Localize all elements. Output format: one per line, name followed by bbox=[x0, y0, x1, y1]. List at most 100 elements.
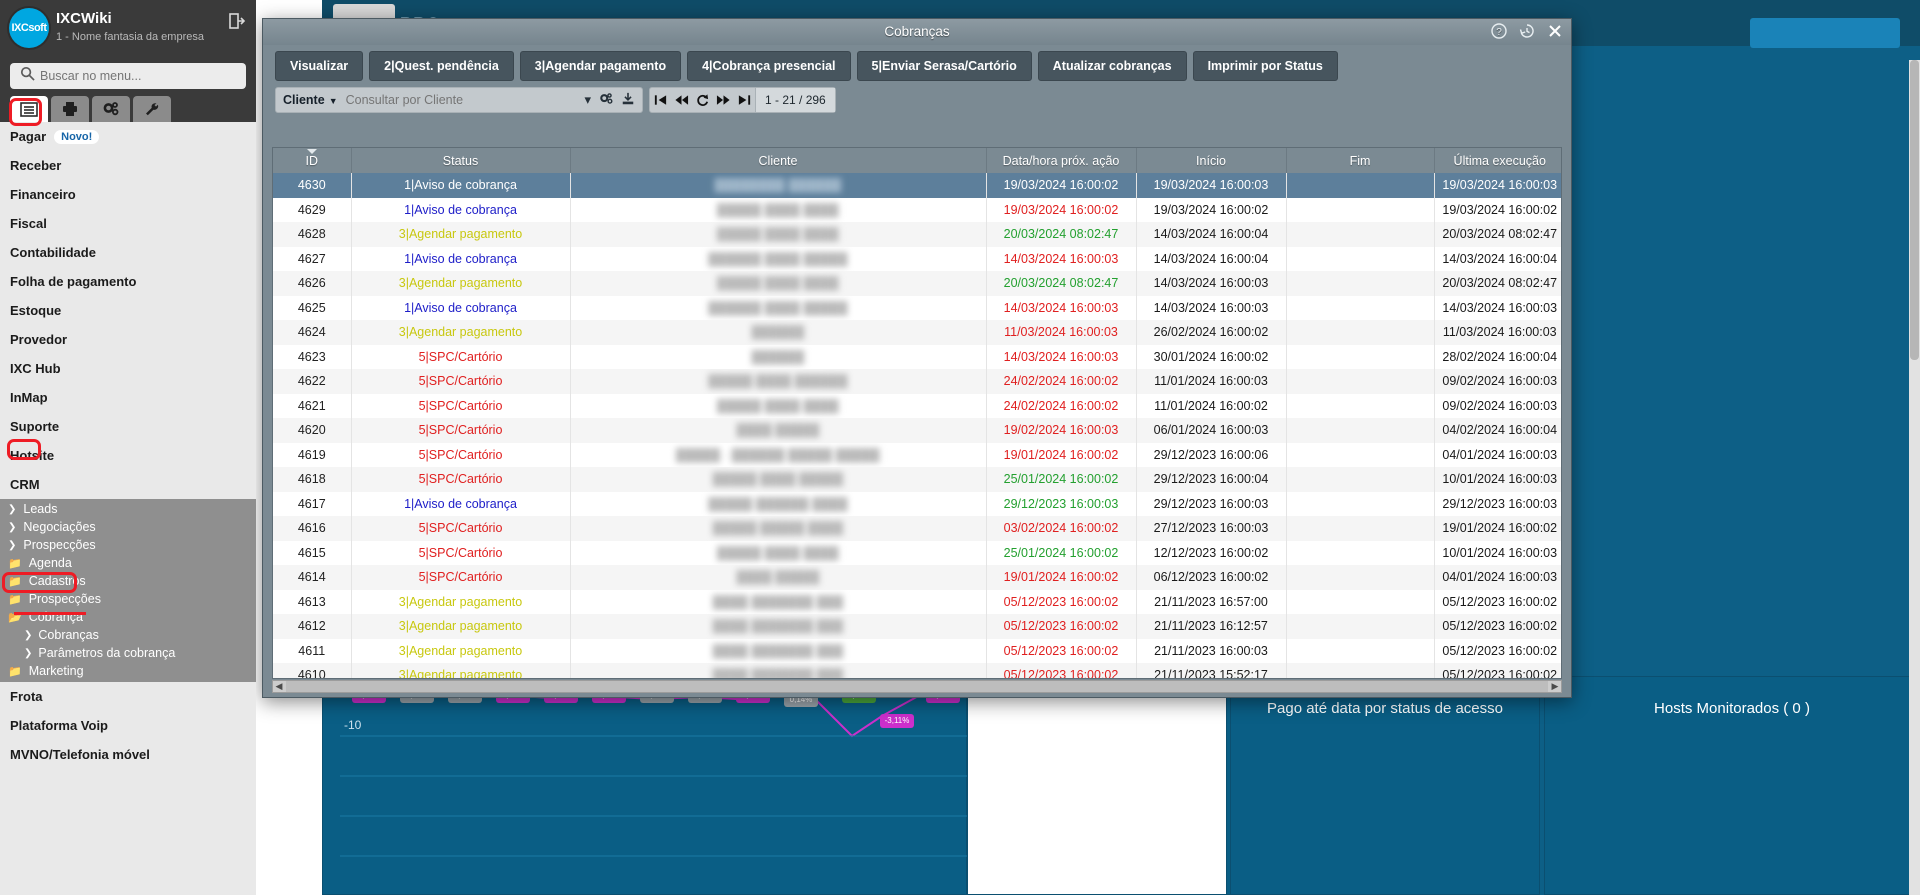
sidebar-item-financeiro[interactable]: Financeiro bbox=[0, 180, 256, 209]
table-row[interactable]: 4615 5|SPC/Cartório █████ ████ ████ 25/01/2… bbox=[273, 540, 1561, 565]
table-row[interactable]: 4617 1|Aviso de cobrança █████ ██████ ████… bbox=[273, 491, 1561, 516]
cell-proxima-acao: 20/03/2024 08:02:47 bbox=[986, 271, 1137, 296]
sidebar-item-provedor[interactable]: Provedor bbox=[0, 325, 256, 354]
column-header-status[interactable]: Status bbox=[351, 148, 571, 173]
sidebar-item-ixc-hub[interactable]: IXC Hub bbox=[0, 354, 256, 383]
page-scrollbar[interactable] bbox=[1909, 60, 1920, 895]
scroll-right-icon[interactable]: ▶ bbox=[1549, 681, 1561, 692]
table-row[interactable]: 4629 1|Aviso de cobrança █████ ████ ████ 19… bbox=[273, 197, 1561, 222]
table-row[interactable]: 4618 5|SPC/Cartório █████ ████ █████ 25/01/… bbox=[273, 467, 1561, 492]
cobranca-presencial-button[interactable]: 4|Cobrança presencial bbox=[687, 51, 851, 81]
sidebar-item-inmap[interactable]: InMap bbox=[0, 383, 256, 412]
table-row[interactable]: 4623 5|SPC/Cartório ██████ 14/03/2024 16:00… bbox=[273, 344, 1561, 369]
filter-field-selector[interactable]: Cliente ▼ bbox=[283, 93, 338, 107]
column-header-cliente[interactable]: Cliente bbox=[570, 148, 987, 173]
cell-id: 4630 bbox=[273, 173, 352, 198]
grid-scroll-thumb[interactable] bbox=[286, 681, 1548, 692]
prev-page-icon[interactable] bbox=[671, 88, 692, 112]
history-icon[interactable] bbox=[1519, 23, 1535, 39]
sidebar-item-receber[interactable]: Receber bbox=[0, 151, 256, 180]
sidebar-subitem-leads[interactable]: ❯ Leads bbox=[0, 500, 256, 518]
table-row[interactable]: 4627 1|Aviso de cobrança ██████ ████ █████… bbox=[273, 246, 1561, 271]
cell-status: 1|Aviso de cobrança bbox=[351, 246, 571, 271]
sidebar-subitem-cobran-as[interactable]: ❯ Cobranças bbox=[0, 626, 256, 644]
gears-icon[interactable] bbox=[92, 96, 130, 122]
table-row[interactable]: 4612 3|Agendar pagamento ████ ███████ ███ 0… bbox=[273, 614, 1561, 639]
sidebar-item-contabilidade[interactable]: Contabilidade bbox=[0, 238, 256, 267]
sidebar-item-crm[interactable]: CRM bbox=[0, 470, 256, 499]
table-row[interactable]: 4619 5|SPC/Cartório █████ - ██████ █████ █… bbox=[273, 442, 1561, 467]
page-scrollbar-thumb[interactable] bbox=[1910, 60, 1919, 360]
sidebar-subitem-negocia-es[interactable]: ❯ Negociações bbox=[0, 518, 256, 536]
cell-proxima-acao: 25/01/2024 16:00:02 bbox=[986, 540, 1137, 565]
last-page-icon[interactable] bbox=[734, 88, 755, 112]
agendar-pagamento-button[interactable]: 3|Agendar pagamento bbox=[519, 51, 682, 81]
column-header-proxima-acao[interactable]: Data/hora próx. ação bbox=[986, 148, 1137, 173]
sidebar-subitem-cadastros[interactable]: 📁 Cadastros bbox=[0, 572, 256, 590]
column-header-ultima-execucao[interactable]: Última execução bbox=[1434, 148, 1561, 173]
cell-status: 5|SPC/Cartório bbox=[351, 516, 571, 541]
wrench-icon[interactable] bbox=[133, 96, 171, 122]
search-input[interactable] bbox=[345, 93, 577, 107]
table-row[interactable]: 4620 5|SPC/Cartório ████ █████ 19/02/2024 1… bbox=[273, 418, 1561, 443]
scroll-left-icon[interactable]: ◀ bbox=[273, 681, 285, 692]
help-icon[interactable]: ? bbox=[1491, 23, 1507, 39]
sidebar-item-hotsite[interactable]: Hotsite bbox=[0, 441, 256, 470]
sidebar-item-folha-de-pagamento[interactable]: Folha de pagamento bbox=[0, 267, 256, 296]
table-row[interactable]: 4622 5|SPC/Cartório █████ ████ ██████ 24/02… bbox=[273, 369, 1561, 394]
close-icon[interactable] bbox=[1547, 23, 1563, 39]
table-row[interactable]: 4621 5|SPC/Cartório █████ ████ ████ 24/02/2… bbox=[273, 393, 1561, 418]
quest-pendencia-button[interactable]: 2|Quest. pendência bbox=[369, 51, 514, 81]
refresh-icon[interactable] bbox=[692, 88, 713, 112]
sidebar-item-frota[interactable]: Frota bbox=[0, 682, 256, 711]
sidebar-item-plataforma-voip[interactable]: Plataforma Voip bbox=[0, 711, 256, 740]
sidebar-subitem-label: Parâmetros da cobrança bbox=[38, 646, 176, 660]
sidebar-item-pagar[interactable]: Pagar Novo! bbox=[0, 122, 256, 151]
table-row[interactable]: 4626 3|Agendar pagamento █████ ████ ████ 20… bbox=[273, 271, 1561, 296]
exit-icon[interactable] bbox=[228, 12, 246, 35]
grid-horizontal-scrollbar[interactable]: ◀ ▶ bbox=[272, 680, 1562, 693]
table-row[interactable]: 4616 5|SPC/Cartório █████ █████ ████ 03/02/… bbox=[273, 516, 1561, 541]
column-header-fim[interactable]: Fim bbox=[1286, 148, 1435, 173]
next-page-icon[interactable] bbox=[713, 88, 734, 112]
cell-status: 5|SPC/Cartório bbox=[351, 467, 571, 492]
menu-list-icon[interactable] bbox=[10, 96, 48, 122]
visualizar-button[interactable]: Visualizar bbox=[275, 51, 364, 81]
atualizar-cobrancas-button[interactable]: Atualizar cobranças bbox=[1037, 51, 1187, 81]
printer-icon[interactable] bbox=[51, 96, 89, 122]
sidebar-item-estoque[interactable]: Estoque bbox=[0, 296, 256, 325]
table-row[interactable]: 4625 1|Aviso de cobrança ██████ ████ █████… bbox=[273, 295, 1561, 320]
column-header-inicio[interactable]: Início bbox=[1136, 148, 1287, 173]
table-row[interactable]: 4614 5|SPC/Cartório ████ █████ 19/01/2024 1… bbox=[273, 565, 1561, 590]
cell-cliente: ████ ███████ ███ bbox=[570, 663, 987, 678]
table-row[interactable]: 4613 3|Agendar pagamento ████ ███████ ███ 0… bbox=[273, 589, 1561, 614]
download-icon[interactable] bbox=[621, 92, 635, 109]
column-header-id[interactable]: ID bbox=[273, 148, 352, 173]
modal-title-bar: Cobranças ? bbox=[263, 19, 1571, 45]
sidebar-subitem-prospec-es[interactable]: 📁 Prospecções bbox=[0, 590, 256, 608]
sidebar-subitem-label: Negociações bbox=[23, 520, 96, 534]
sidebar-subitem-par-metros-da-cobran-a[interactable]: ❯ Parâmetros da cobrança bbox=[0, 644, 256, 662]
imprimir-por-status-button[interactable]: Imprimir por Status bbox=[1192, 51, 1338, 81]
cell-id: 4610 bbox=[273, 663, 352, 678]
table-row[interactable]: 4611 3|Agendar pagamento ████ ███████ ███ 0… bbox=[273, 638, 1561, 663]
table-row[interactable]: 4610 3|Agendar pagamento ████ ███████ ███ 0… bbox=[273, 663, 1561, 678]
sidebar-item-fiscal[interactable]: Fiscal bbox=[0, 209, 256, 238]
chevron-down-icon[interactable]: ▾ bbox=[584, 92, 591, 108]
sidebar-item-suporte[interactable]: Suporte bbox=[0, 412, 256, 441]
enviar-serasa-cartorio-button[interactable]: 5|Enviar Serasa/Cartório bbox=[856, 51, 1032, 81]
search-input[interactable] bbox=[10, 63, 246, 89]
sidebar-subitem-cobran-a[interactable]: 📂 Cobrança bbox=[0, 608, 256, 626]
table-row[interactable]: 4624 3|Agendar pagamento ██████ 11/03/2024 … bbox=[273, 320, 1561, 345]
cell-id: 4613 bbox=[273, 589, 352, 614]
sidebar-item-mvno-telefonia-m-vel[interactable]: MVNO/Telefonia móvel bbox=[0, 740, 256, 769]
first-page-icon[interactable] bbox=[650, 88, 671, 112]
sidebar-subitem-prospec-es[interactable]: ❯ Prospecções bbox=[0, 536, 256, 554]
sidebar-subitem-marketing[interactable]: 📁 Marketing bbox=[0, 662, 256, 680]
cell-fim bbox=[1286, 320, 1435, 345]
gears-icon[interactable] bbox=[599, 92, 613, 109]
table-row[interactable]: 4630 1|Aviso de cobrança ████████ ██████ 19… bbox=[273, 173, 1561, 198]
sidebar-subitem-agenda[interactable]: 📁 Agenda bbox=[0, 554, 256, 572]
cell-fim bbox=[1286, 271, 1435, 296]
table-row[interactable]: 4628 3|Agendar pagamento █████ ████ ████ 20… bbox=[273, 222, 1561, 247]
